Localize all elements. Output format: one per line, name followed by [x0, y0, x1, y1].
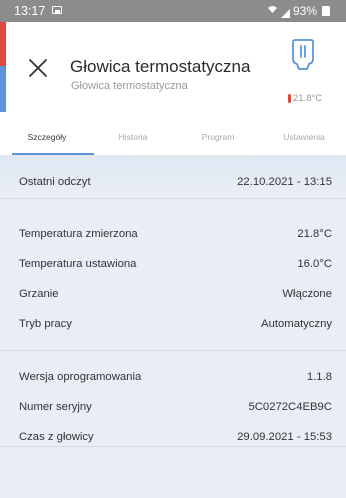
row-set-temperature: Temperatura ustawiona 16.0°C — [0, 252, 346, 278]
close-icon — [29, 59, 47, 77]
close-button[interactable] — [24, 54, 52, 82]
battery-percent: 93% — [292, 4, 317, 18]
row-value: 22.10.2021 - 13:15 — [237, 176, 332, 188]
status-bar: 13:17 93% — [0, 0, 346, 22]
row-label: Ostatni odczyt — [19, 176, 91, 188]
device-title: Głowica termostatyczna — [70, 57, 251, 76]
row-label: Czas z głowicy — [19, 431, 94, 443]
row-label: Wersja oprogramowania — [19, 371, 142, 383]
divider — [0, 198, 346, 199]
status-indicators: 93% — [267, 4, 330, 18]
accent-bar-red — [0, 22, 6, 66]
row-heating: Grzanie Włączone — [0, 282, 346, 308]
header-temperature: 21.8°C — [288, 93, 322, 104]
row-head-time: Czas z głowicy 29.09.2021 - 15:53 — [0, 425, 346, 451]
row-value: 29.09.2021 - 15:53 — [237, 431, 332, 443]
tab-history[interactable]: Historia — [100, 132, 166, 156]
row-value: Włączone — [282, 288, 332, 300]
row-label: Temperatura zmierzona — [19, 228, 138, 240]
battery-icon — [322, 6, 330, 16]
row-serial-number: Numer seryjny 5C0272C4EB9C — [0, 395, 346, 421]
row-firmware: Wersja oprogramowania 1.1.8 — [0, 365, 346, 391]
device-subtitle: Głowica termostatyczna — [71, 80, 188, 92]
row-mode: Tryb pracy Automatyczny — [0, 312, 346, 338]
row-last-reading: Ostatni odczyt 22.10.2021 - 13:15 — [0, 170, 346, 196]
row-value: 16.0°C — [297, 258, 332, 270]
divider — [0, 350, 346, 351]
image-notification-icon — [52, 6, 62, 14]
header-temperature-value: 21.8°C — [293, 93, 323, 104]
active-tab-indicator — [12, 153, 94, 155]
row-label: Tryb pracy — [19, 318, 72, 330]
row-label: Temperatura ustawiona — [19, 258, 137, 270]
details-panel: Ostatni odczyt 22.10.2021 - 13:15 Temper… — [0, 156, 346, 498]
row-measured-temperature: Temperatura zmierzona 21.8°C — [0, 222, 346, 248]
thermostat-head-icon — [291, 38, 315, 72]
status-time: 13:17 — [14, 4, 46, 18]
tab-settings[interactable]: Ustawienia — [268, 132, 340, 156]
signal-icon — [280, 7, 290, 18]
thermometer-icon — [288, 94, 291, 103]
row-label: Grzanie — [19, 288, 59, 300]
device-header: Głowica termostatyczna Głowica termostat… — [0, 22, 346, 120]
row-value: Automatyczny — [261, 318, 332, 330]
wifi-icon — [267, 5, 278, 17]
accent-bar-blue — [0, 66, 6, 112]
row-value: 5C0272C4EB9C — [248, 401, 332, 413]
tab-bar: Szczegóły Historia Program Ustawienia — [0, 120, 346, 156]
row-value: 21.8°C — [297, 228, 332, 240]
tab-program[interactable]: Program — [185, 132, 251, 156]
row-label: Numer seryjny — [19, 401, 92, 413]
row-value: 1.1.8 — [306, 371, 332, 383]
